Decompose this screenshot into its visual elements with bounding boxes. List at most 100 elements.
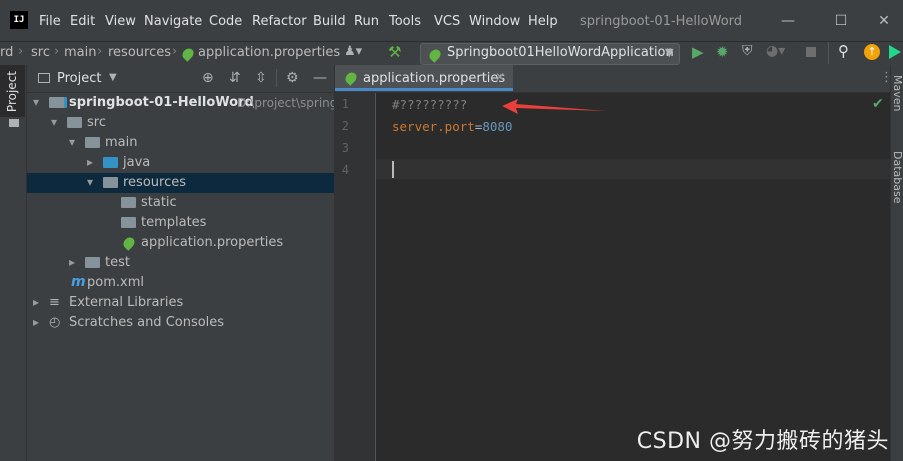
tree-item-application-properties[interactable]: application.properties xyxy=(27,233,334,253)
chevron-right-icon[interactable]: ▸ xyxy=(33,295,39,309)
toolbar-divider xyxy=(828,42,829,64)
watermark: CSDN @努力搬砖的猪头 xyxy=(636,429,889,454)
run-configuration-select[interactable]: Springboot01HelloWordApplication ▼ xyxy=(420,43,680,65)
tree-item-external-libraries[interactable]: ▸ ≡ External Libraries xyxy=(27,293,334,313)
tree-item-label: static xyxy=(141,195,177,210)
close-window-icon[interactable]: ✕ xyxy=(864,8,903,34)
gear-icon[interactable]: ⚙ xyxy=(286,70,299,86)
spring-boot-icon xyxy=(427,47,443,63)
line-number: 3 xyxy=(341,141,349,155)
right-tool-strip: Maven Database xyxy=(890,65,903,461)
expand-all-icon[interactable]: ⇵ xyxy=(229,70,241,86)
database-tool-tab[interactable]: Database xyxy=(891,151,903,204)
red-arrow-icon xyxy=(502,99,606,114)
chevron-down-icon[interactable]: ▾ xyxy=(33,95,39,109)
minimize-icon[interactable]: — xyxy=(768,8,808,34)
window-title: springboot-01-HelloWord xyxy=(580,14,743,29)
folder-icon xyxy=(85,257,100,268)
tree-item-label: springboot-01-HelloWord xyxy=(69,95,254,110)
tree-item-pom-xml[interactable]: m pom.xml xyxy=(27,273,334,293)
breadcrumb-resources[interactable]: resources xyxy=(108,45,171,60)
left-tool-strip: Project xyxy=(0,65,27,461)
menu-help[interactable]: Help xyxy=(528,14,558,29)
menu-refactor[interactable]: Refactor xyxy=(252,14,307,29)
menu-file[interactable]: File xyxy=(39,14,61,29)
chevron-down-icon[interactable]: ▼ xyxy=(109,72,117,83)
folder-icon xyxy=(67,117,82,128)
maximize-icon[interactable]: ☐ xyxy=(821,8,861,34)
menu-build[interactable]: Build xyxy=(313,14,346,29)
tree-item-label: templates xyxy=(141,215,207,230)
tree-item-java[interactable]: ▸ java xyxy=(27,153,334,173)
breadcrumb-project[interactable]: rd xyxy=(0,45,13,60)
stop-icon[interactable] xyxy=(806,47,816,57)
chevron-right-icon[interactable]: ▸ xyxy=(87,155,93,169)
tab-application-properties[interactable]: application.properties ✕ xyxy=(335,65,513,91)
menu-window[interactable]: Window xyxy=(469,14,520,29)
run-configuration-label: Springboot01HelloWordApplication xyxy=(447,45,674,60)
resources-folder-icon xyxy=(103,177,118,188)
user-dropdown-icon[interactable]: ♟▾ xyxy=(344,44,362,59)
close-tab-icon[interactable]: ✕ xyxy=(495,70,505,84)
debug-icon[interactable]: ✹ xyxy=(716,43,729,61)
search-icon[interactable]: ⚲ xyxy=(838,42,849,60)
menu-run[interactable]: Run xyxy=(354,14,379,29)
tree-item-scratches-and-consoles[interactable]: ▸ ◴ Scratches and Consoles xyxy=(27,313,334,333)
breadcrumb-src[interactable]: src xyxy=(31,45,50,60)
build-hammer-icon[interactable]: ⚒ xyxy=(388,43,401,61)
tree-item-resources[interactable]: ▾ resources xyxy=(27,173,334,193)
annotation-arrow xyxy=(502,99,606,114)
tree-item-src[interactable]: ▾ src xyxy=(27,113,334,133)
chevron-down-icon: ▼ xyxy=(665,46,674,59)
project-tool-label[interactable]: Project xyxy=(5,71,19,112)
collapse-all-icon[interactable]: ⇳ xyxy=(255,70,267,86)
breadcrumb-file[interactable]: application.properties xyxy=(198,45,340,60)
inspection-ok-icon[interactable]: ✔ xyxy=(872,96,884,112)
tab-label: application.properties xyxy=(363,71,506,86)
maven-icon: m xyxy=(71,274,86,290)
header-divider xyxy=(276,69,277,87)
tree-item-label: resources xyxy=(123,175,187,190)
tree-item-springboot-01-helloword[interactable]: ▾ springboot-01-HelloWord D:\project\sprin… xyxy=(27,93,345,113)
chevron-down-icon[interactable]: ▾ xyxy=(87,175,93,189)
spring-leaf-icon xyxy=(343,70,359,86)
menu-vcs[interactable]: VCS xyxy=(434,14,460,29)
breadcrumb-main[interactable]: main xyxy=(64,45,96,60)
run-icon[interactable]: ▶ xyxy=(692,43,704,61)
line-number: 4 xyxy=(341,163,349,177)
folder-icon xyxy=(85,137,100,148)
menu-navigate[interactable]: Navigate xyxy=(144,14,202,29)
tree-item-templates[interactable]: templates xyxy=(27,213,334,233)
profile-icon[interactable]: ◕▾ xyxy=(766,43,785,59)
project-view-title[interactable]: Project xyxy=(57,71,101,86)
update-icon[interactable]: ↑ xyxy=(864,44,880,60)
menu-bar: IJ File Edit View Navigate Code Refactor Build… xyxy=(0,0,903,41)
navigation-bar: rd › src › main › resources › applicatio… xyxy=(0,41,903,66)
tree-item-label: main xyxy=(105,135,138,150)
tree-item-test[interactable]: ▸ test xyxy=(27,253,334,273)
tree-item-label: Scratches and Consoles xyxy=(69,315,225,330)
folder-icon xyxy=(103,157,118,168)
module-folder-icon xyxy=(49,97,67,108)
menu-tools[interactable]: Tools xyxy=(389,14,421,29)
project-panel-header: Project ▼ ⊕ ⇵ ⇳ ⚙ — xyxy=(27,65,334,93)
intellij-logo-icon: IJ xyxy=(10,11,28,29)
code-token: server.port xyxy=(392,119,475,134)
locate-icon[interactable]: ⊕ xyxy=(202,70,214,86)
tree-item-label: src xyxy=(87,115,106,130)
tree-item-static[interactable]: static xyxy=(27,193,334,213)
coverage-icon[interactable]: ⛨ xyxy=(742,43,753,59)
plugin-icon[interactable] xyxy=(889,45,901,59)
menu-view[interactable]: View xyxy=(105,14,136,29)
chevron-down-icon[interactable]: ▾ xyxy=(51,115,57,129)
chevron-down-icon[interactable]: ▾ xyxy=(69,135,75,149)
chevron-right-icon[interactable]: ▸ xyxy=(69,255,75,269)
chevron-right-icon[interactable]: ▸ xyxy=(33,315,39,329)
maven-tool-tab[interactable]: Maven xyxy=(891,75,903,111)
code-editor[interactable]: ✔ #????????? server.port=8080 xyxy=(376,93,890,461)
current-line-highlight xyxy=(376,159,890,179)
menu-code[interactable]: Code xyxy=(209,14,242,29)
hide-panel-icon[interactable]: — xyxy=(313,70,327,86)
menu-edit[interactable]: Edit xyxy=(70,14,95,29)
tree-item-main[interactable]: ▾ main xyxy=(27,133,334,153)
